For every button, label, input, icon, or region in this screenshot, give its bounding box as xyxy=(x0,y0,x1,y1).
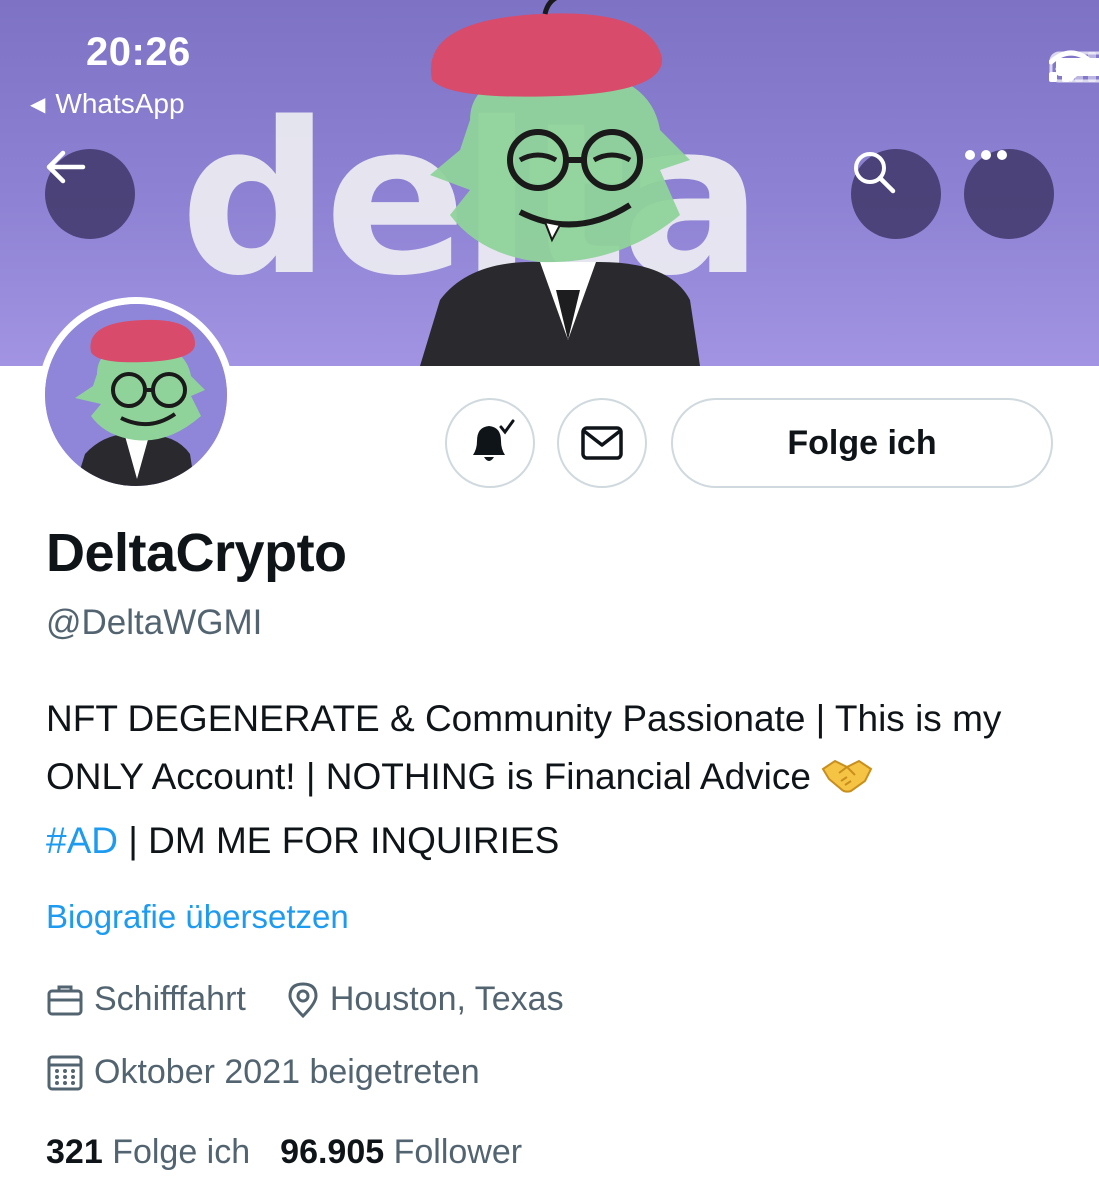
more-horizontal-icon xyxy=(965,150,1007,160)
bell-subscribed-icon xyxy=(473,419,515,461)
user-handle: @DeltaWGMI xyxy=(46,603,263,642)
more-options-button[interactable] xyxy=(964,149,1054,239)
notifications-button[interactable] xyxy=(445,398,535,488)
search-icon xyxy=(854,152,896,194)
following-button[interactable]: Folge ich xyxy=(671,398,1053,488)
location-pin-icon xyxy=(288,981,318,1018)
bio-text-end: | DM ME FOR INQUIRIES xyxy=(117,820,560,861)
avatar-character-icon xyxy=(45,304,227,486)
search-button[interactable] xyxy=(851,149,941,239)
back-button[interactable] xyxy=(45,149,135,239)
following-stat-link[interactable]: 321 Folge ich xyxy=(46,1133,250,1172)
profile-bio: NFT DEGENERATE & Community Passionate | … xyxy=(46,690,1066,870)
message-button[interactable] xyxy=(557,398,647,488)
translate-bio-link[interactable]: Biografie übersetzen xyxy=(46,898,349,936)
status-time: 20:26 xyxy=(86,30,191,74)
status-back-app-label: WhatsApp xyxy=(55,88,185,119)
mail-icon xyxy=(581,426,623,460)
location-label: Houston, Texas xyxy=(329,980,564,1018)
status-back-to-app[interactable]: ◀ WhatsApp xyxy=(30,88,185,120)
follow-stats: 321 Folge ich 96.905 Follower xyxy=(46,1133,522,1172)
display-name: DeltaCrypto xyxy=(46,523,347,583)
profile-avatar[interactable] xyxy=(38,297,234,493)
profession-item: Schifffahrt xyxy=(46,980,246,1019)
joined-item: Oktober 2021 beigetreten xyxy=(46,1053,480,1092)
profile-joined-row: Oktober 2021 beigetreten xyxy=(46,1053,480,1092)
handshake-emoji-icon xyxy=(821,754,873,812)
location-item: Houston, Texas xyxy=(286,980,564,1019)
followers-count: 96.905 xyxy=(280,1133,385,1171)
profile-meta-row: Schifffahrt Houston, Texas xyxy=(46,980,564,1019)
following-count: 321 xyxy=(46,1133,103,1171)
bio-hashtag-link[interactable]: #AD xyxy=(46,820,118,861)
followers-label: Follower xyxy=(393,1133,523,1171)
calendar-icon xyxy=(47,1055,83,1090)
battery-icon xyxy=(1049,51,1099,83)
avatar-image xyxy=(45,304,227,486)
back-triangle-icon: ◀ xyxy=(30,93,46,116)
joined-label: Oktober 2021 beigetreten xyxy=(94,1053,480,1091)
briefcase-icon xyxy=(47,985,83,1015)
arrow-left-icon xyxy=(46,150,86,184)
profession-label: Schifffahrt xyxy=(94,980,246,1018)
following-label: Folge ich xyxy=(112,1133,251,1171)
followers-stat-link[interactable]: 96.905 Follower xyxy=(280,1133,522,1172)
